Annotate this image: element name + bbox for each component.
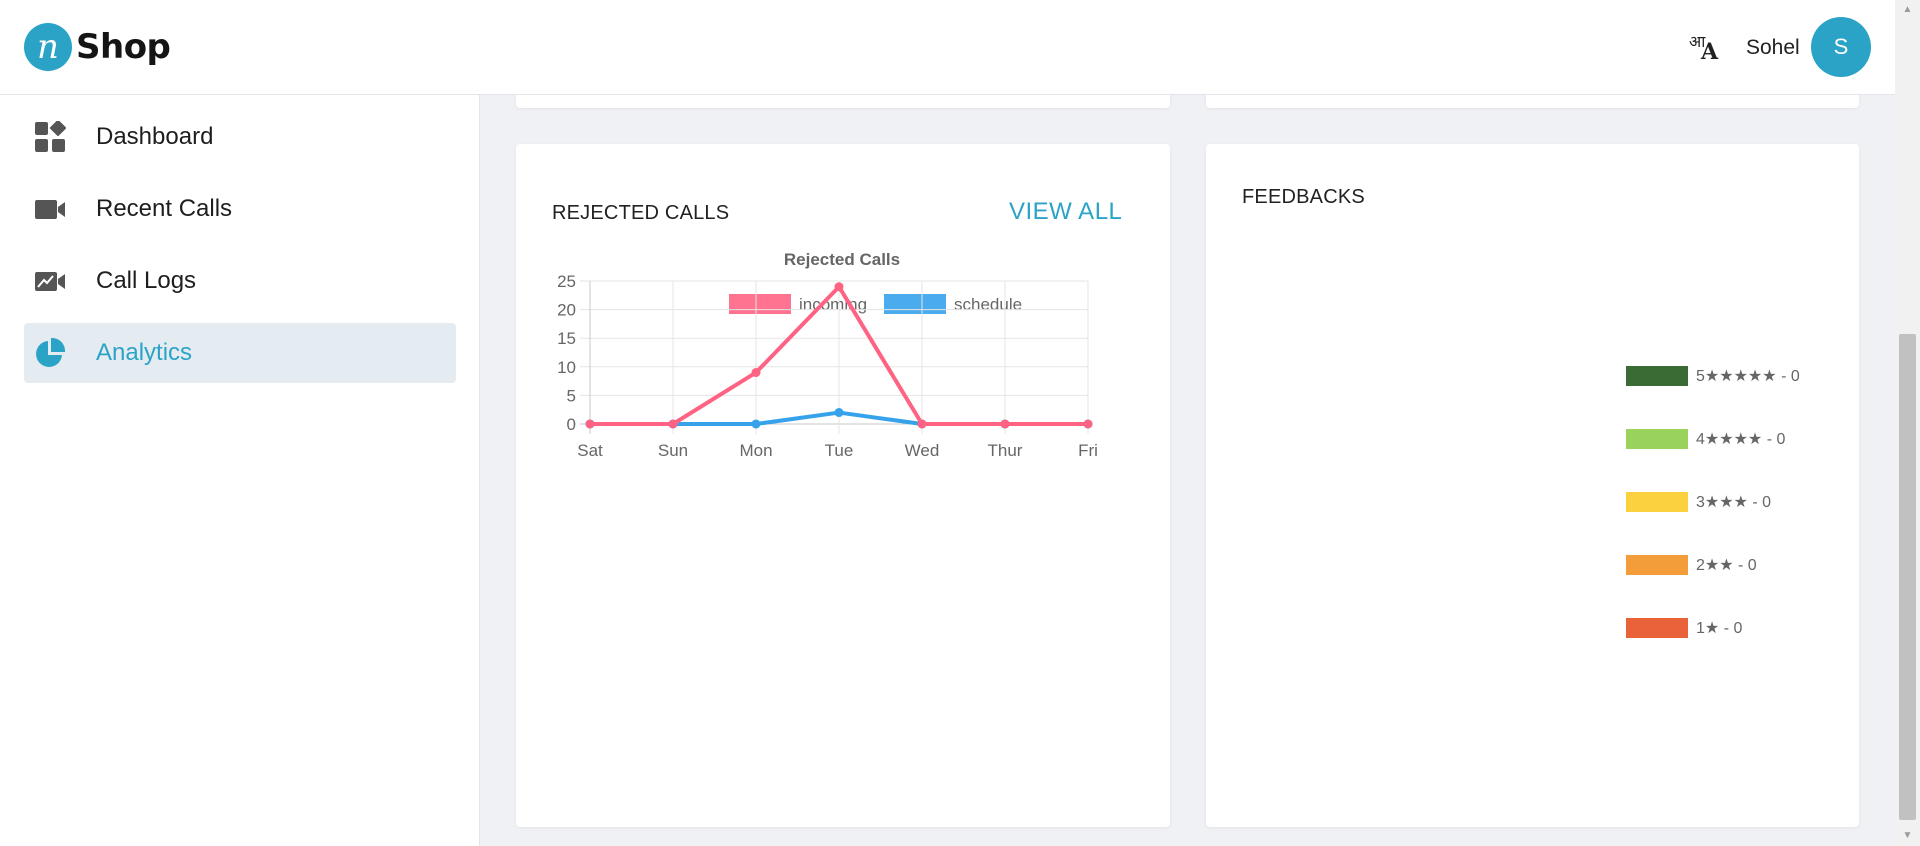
x-tick-label: Tue <box>825 441 854 460</box>
data-point-incoming <box>834 282 844 292</box>
top-header: n Shop आA Sohel S <box>0 0 1895 95</box>
sidebar-item-label: Analytics <box>96 339 193 366</box>
x-tick-label: Thur <box>988 441 1023 460</box>
sidebar-item-dashboard[interactable]: Dashboard <box>24 107 456 167</box>
x-tick-label: Sat <box>577 441 603 460</box>
logo-mark: n <box>24 23 72 71</box>
legend-swatch <box>1626 555 1688 575</box>
feedbacks-card: FEEDBACKS <box>1206 144 1859 827</box>
chart-legend: incoming schedule <box>729 294 1022 314</box>
x-tick-label: Mon <box>739 441 772 460</box>
x-tick-label: Fri <box>1078 441 1098 460</box>
avatar[interactable]: S <box>1811 17 1871 77</box>
feedback-legend-5[interactable]: 5★★★★★ - 0 <box>1626 365 1800 387</box>
y-axis: 0 5 10 15 20 25 <box>557 272 576 434</box>
card-title: REJECTED CALLS <box>552 202 730 224</box>
sidebar-item-label: Recent Calls <box>96 195 233 222</box>
legend-label: 4★★★★ - 0 <box>1696 431 1786 448</box>
legend-label: incoming <box>799 295 867 314</box>
x-axis: Sat Sun Mon Tue Wed Thur Fri <box>577 441 1098 460</box>
feedback-legend-3[interactable]: 3★★★ - 0 <box>1626 491 1771 513</box>
translate-icon[interactable]: आA <box>1687 30 1723 66</box>
data-point-incoming <box>668 419 678 429</box>
y-tick-label: 25 <box>557 272 576 291</box>
rejected-calls-card: REJECTED CALLS VIEW ALL Rejected Calls i… <box>516 144 1170 827</box>
pie-chart-icon <box>36 337 66 367</box>
legend-label: 5★★★★★ - 0 <box>1696 368 1800 385</box>
app-logo[interactable]: n Shop <box>24 23 171 71</box>
scroll-down-arrow-icon[interactable]: ▼ <box>1895 826 1920 846</box>
y-tick-label: 15 <box>557 329 576 348</box>
data-point-schedule <box>751 419 761 429</box>
legend-label: 2★★ - 0 <box>1696 557 1757 574</box>
legend-label: schedule <box>954 295 1022 314</box>
video-camera-icon <box>35 200 65 219</box>
data-point-incoming <box>917 419 927 429</box>
scrollbar-thumb[interactable] <box>1899 334 1916 820</box>
legend-swatch <box>729 294 791 314</box>
dashboard-icon <box>35 121 66 152</box>
data-point-schedule <box>834 408 844 418</box>
scroll-up-arrow-icon[interactable]: ▲ <box>1895 0 1920 20</box>
legend-swatch <box>1626 492 1688 512</box>
rejected-calls-chart: Rejected Calls incoming schedule 0 5 10 15 20… <box>557 250 1098 460</box>
data-point-incoming <box>751 368 761 378</box>
data-point-incoming <box>1000 419 1010 429</box>
user-name[interactable]: Sohel <box>1746 36 1800 60</box>
y-tick-label: 0 <box>567 415 576 434</box>
chart-title: Rejected Calls <box>784 250 900 269</box>
sidebar-item-call-logs[interactable]: Call Logs <box>24 251 456 311</box>
sidebar-item-analytics[interactable]: Analytics <box>24 323 456 383</box>
x-tick-label: Sun <box>658 441 688 460</box>
sidebar: Dashboard Recent Calls Call Logs Analyti… <box>0 95 480 846</box>
feedback-legend-1[interactable]: 1★ - 0 <box>1626 617 1742 639</box>
view-all-link[interactable]: VIEW ALL <box>1009 198 1122 226</box>
y-tick-label: 10 <box>557 358 576 377</box>
legend-swatch <box>884 294 946 314</box>
feedback-legend-4[interactable]: 4★★★★ - 0 <box>1626 428 1785 450</box>
sidebar-item-label: Dashboard <box>96 123 214 150</box>
legend-swatch <box>1626 366 1688 386</box>
legend-label: 3★★★ - 0 <box>1696 494 1772 511</box>
y-tick-label: 5 <box>567 386 576 405</box>
logo-text: Shop <box>76 27 171 67</box>
data-point-incoming <box>1083 419 1093 429</box>
call-log-icon <box>35 272 65 291</box>
data-point-incoming <box>585 419 595 429</box>
card-title: FEEDBACKS <box>1242 186 1365 208</box>
x-tick-label: Wed <box>905 441 940 460</box>
sidebar-item-label: Call Logs <box>96 267 197 294</box>
legend-label: 1★ - 0 <box>1696 620 1743 637</box>
legend-swatch <box>1626 429 1688 449</box>
y-tick-label: 20 <box>557 301 576 320</box>
sidebar-item-recent-calls[interactable]: Recent Calls <box>24 179 456 239</box>
page-scrollbar[interactable]: ▲ ▼ <box>1895 0 1920 846</box>
legend-swatch <box>1626 618 1688 638</box>
feedback-legend-2[interactable]: 2★★ - 0 <box>1626 554 1757 576</box>
